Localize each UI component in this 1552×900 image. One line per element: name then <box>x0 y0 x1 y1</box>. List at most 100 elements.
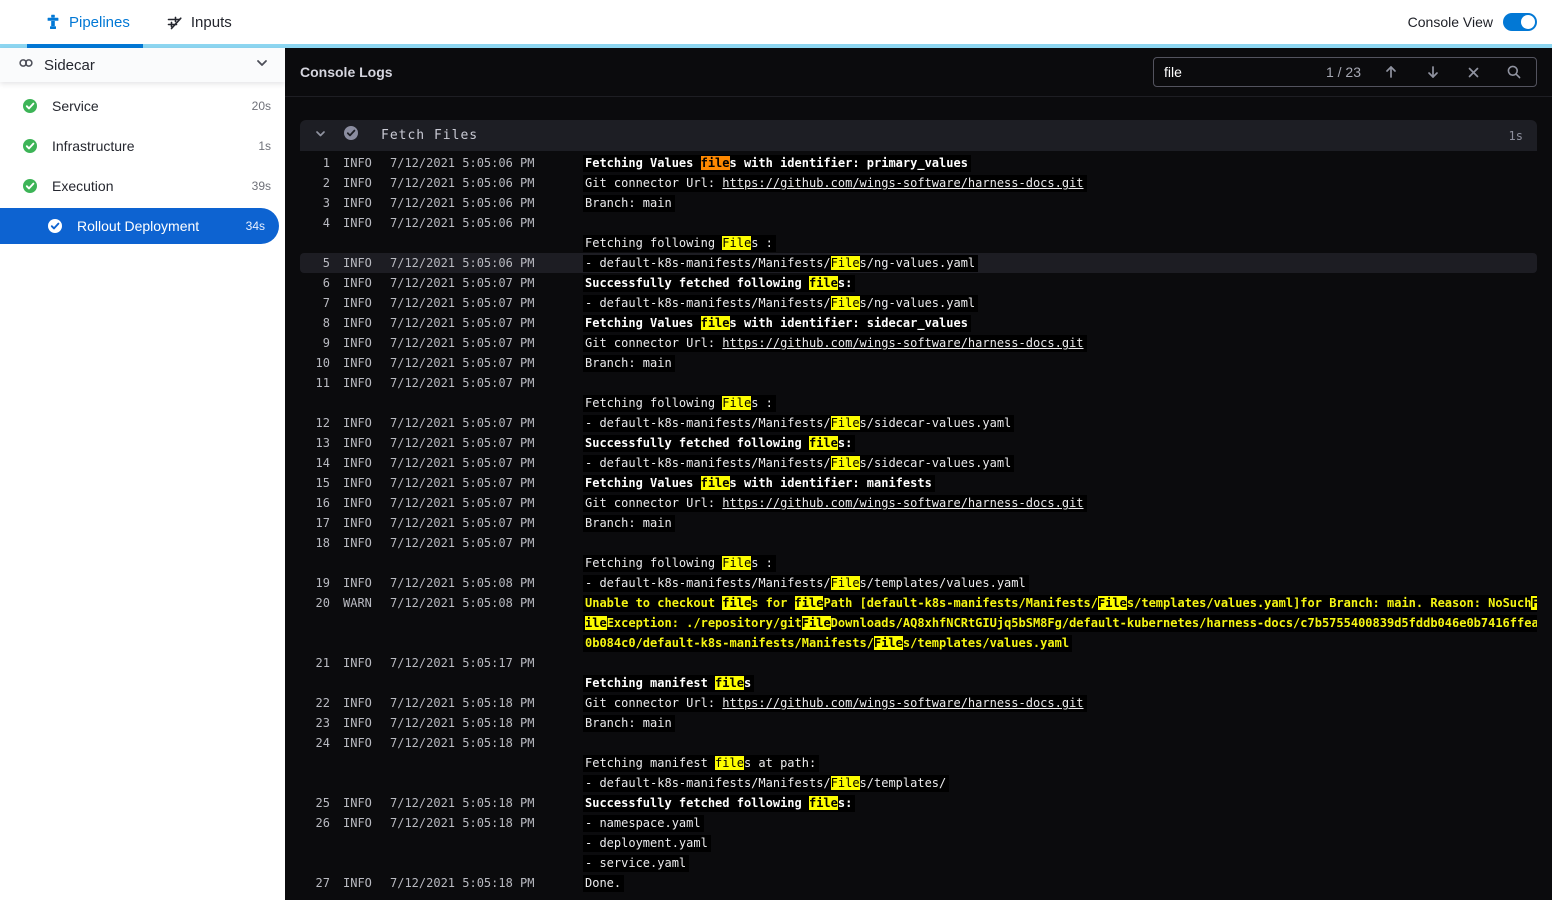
check-circle-icon <box>22 98 38 114</box>
log-row: Fetching manifest files at path: <box>300 753 1537 773</box>
log-row: 7 INFO 7/12/2021 5:05:07 PM - default-k8s-m… <box>300 293 1537 313</box>
sidebar-header[interactable]: Sidecar <box>0 48 285 82</box>
log-rows: 1 INFO 7/12/2021 5:05:06 PM Fetching Values… <box>300 151 1537 893</box>
log-message: Branch: main <box>583 193 1537 213</box>
sidebar-item-service[interactable]: Service 20s <box>0 86 285 126</box>
log-level: INFO <box>343 156 372 170</box>
tab-inputs-label: Inputs <box>190 13 232 31</box>
log-level: INFO <box>343 216 372 230</box>
sidebar-item-execution[interactable]: Execution 39s <box>0 166 285 206</box>
log-line-number: 7 <box>322 296 330 310</box>
log-message: Fetching Values files with identifier: m… <box>583 473 1537 493</box>
log-message: ileException: ./repository/gitFileDownlo… <box>583 613 1537 633</box>
log-row: - default-k8s-manifests/Manifests/Files/… <box>300 773 1537 793</box>
chevron-down-icon[interactable] <box>314 127 327 145</box>
log-section-header[interactable]: Fetch Files 1s <box>300 120 1537 151</box>
log-level: INFO <box>343 416 372 430</box>
log-line-number: 4 <box>322 216 330 230</box>
search-icon[interactable] <box>1502 64 1526 80</box>
log-timestamp: 7/12/2021 5:05:08 PM <box>390 576 535 590</box>
clear-search-button[interactable] <box>1463 66 1484 79</box>
search-match-highlight: File <box>830 296 860 310</box>
log-row: 25 INFO 7/12/2021 5:05:18 PM Successfully f… <box>300 793 1537 813</box>
search-match-highlight: file <box>722 596 752 610</box>
log-row: 21 INFO 7/12/2021 5:05:17 PM <box>300 653 1537 673</box>
log-line-number: 27 <box>315 876 330 890</box>
log-level: INFO <box>343 456 372 470</box>
log-line-number: 18 <box>315 536 330 550</box>
log-level: INFO <box>343 356 372 370</box>
log-message: - default-k8s-manifests/Manifests/Files/… <box>583 413 1537 433</box>
log-row: Fetching following Files : <box>300 233 1537 253</box>
log-message: Fetching Values files with identifier: p… <box>583 153 1537 173</box>
log-line-number: 24 <box>315 736 330 750</box>
prev-match-button[interactable] <box>1379 64 1403 80</box>
log-level: INFO <box>343 716 372 730</box>
sidebar-item-label: Execution <box>52 178 114 194</box>
log-row: 19 INFO 7/12/2021 5:05:08 PM - default-k8s-… <box>300 573 1537 593</box>
log-row: - service.yaml <box>300 853 1537 873</box>
log-line-number: 3 <box>322 196 330 210</box>
step-duration: 34s <box>245 219 265 233</box>
tab-inputs[interactable]: Inputs <box>148 0 250 44</box>
log-message: Branch: main <box>583 353 1537 373</box>
log-message: - default-k8s-manifests/Manifests/Files/… <box>583 453 1537 473</box>
log-row: Fetching following Files : <box>300 393 1537 413</box>
log-row: 17 INFO 7/12/2021 5:05:07 PM Branch: main <box>300 513 1537 533</box>
log-timestamp: 7/12/2021 5:05:18 PM <box>390 736 535 750</box>
search-match-highlight: File <box>722 236 752 250</box>
log-message: Successfully fetched following files: <box>583 793 1537 813</box>
log-row: 16 INFO 7/12/2021 5:05:07 PM Git connector … <box>300 493 1537 513</box>
log-level: INFO <box>343 336 372 350</box>
log-link[interactable]: https://github.com/wings-software/harnes… <box>722 496 1083 510</box>
log-message: - deployment.yaml <box>583 833 1537 853</box>
log-link[interactable]: https://github.com/wings-software/harnes… <box>722 696 1083 710</box>
log-timestamp: 7/12/2021 5:05:07 PM <box>390 316 535 330</box>
log-line-number: 6 <box>322 276 330 290</box>
log-level: INFO <box>343 196 372 210</box>
search-match-highlight: File <box>830 776 860 790</box>
log-timestamp: 7/12/2021 5:05:07 PM <box>390 356 535 370</box>
log-timestamp: 7/12/2021 5:05:06 PM <box>390 256 535 270</box>
log-timestamp: 7/12/2021 5:05:07 PM <box>390 416 535 430</box>
sidebar-item-rollout-deployment[interactable]: Rollout Deployment 34s <box>0 208 279 244</box>
log-line-number: 23 <box>315 716 330 730</box>
chevron-down-icon[interactable] <box>255 56 269 75</box>
search-input[interactable] <box>1164 64 1308 80</box>
console-view-toggle[interactable] <box>1503 13 1537 31</box>
sidebar-title: Sidecar <box>44 56 95 74</box>
sidebar-items: Service 20s Infrastructure 1s Execution 39s Ro… <box>0 82 285 244</box>
check-circle-icon <box>22 178 38 194</box>
sidebar-item-label: Infrastructure <box>52 138 135 154</box>
log-line-number: 11 <box>315 376 330 390</box>
log-link[interactable]: https://github.com/wings-software/harnes… <box>722 336 1083 350</box>
log-row: 12 INFO 7/12/2021 5:05:07 PM - default-k8s-… <box>300 413 1537 433</box>
section-duration: 1s <box>1508 128 1523 143</box>
search-match-highlight: file <box>715 756 744 770</box>
log-row: 23 INFO 7/12/2021 5:05:18 PM Branch: main <box>300 713 1537 733</box>
log-line-number: 13 <box>315 436 330 450</box>
log-row: 10 INFO 7/12/2021 5:05:07 PM Branch: main <box>300 353 1537 373</box>
log-row: 3 INFO 7/12/2021 5:05:06 PM Branch: main <box>300 193 1537 213</box>
log-row: 6 INFO 7/12/2021 5:05:07 PM Successfully fe… <box>300 273 1537 293</box>
next-match-button[interactable] <box>1421 64 1445 80</box>
log-timestamp: 7/12/2021 5:05:07 PM <box>390 276 535 290</box>
toggle-knob <box>1521 15 1535 29</box>
log-level: INFO <box>343 736 372 750</box>
sidebar: Sidecar Service 20s Infrastructure 1s Execut… <box>0 48 285 900</box>
sidebar-item-label: Rollout Deployment <box>77 218 200 234</box>
sidebar-item-infrastructure[interactable]: Infrastructure 1s <box>0 126 285 166</box>
log-timestamp: 7/12/2021 5:05:06 PM <box>390 196 535 210</box>
log-message: - default-k8s-manifests/Manifests/Files/… <box>583 293 1537 313</box>
log-row: - deployment.yaml <box>300 833 1537 853</box>
log-message: Fetching manifest files at path: <box>583 753 1537 773</box>
log-level: INFO <box>343 656 372 670</box>
search-match-highlight: file <box>808 796 838 810</box>
log-link[interactable]: https://github.com/wings-software/harnes… <box>722 176 1083 190</box>
log-row: 2 INFO 7/12/2021 5:05:06 PM Git connector U… <box>300 173 1537 193</box>
log-timestamp: 7/12/2021 5:05:07 PM <box>390 336 535 350</box>
log-timestamp: 7/12/2021 5:05:18 PM <box>390 876 535 890</box>
log-timestamp: 7/12/2021 5:05:18 PM <box>390 796 535 810</box>
log-row: ileException: ./repository/gitFileDownlo… <box>300 613 1537 633</box>
tab-pipelines[interactable]: Pipelines <box>27 0 148 44</box>
